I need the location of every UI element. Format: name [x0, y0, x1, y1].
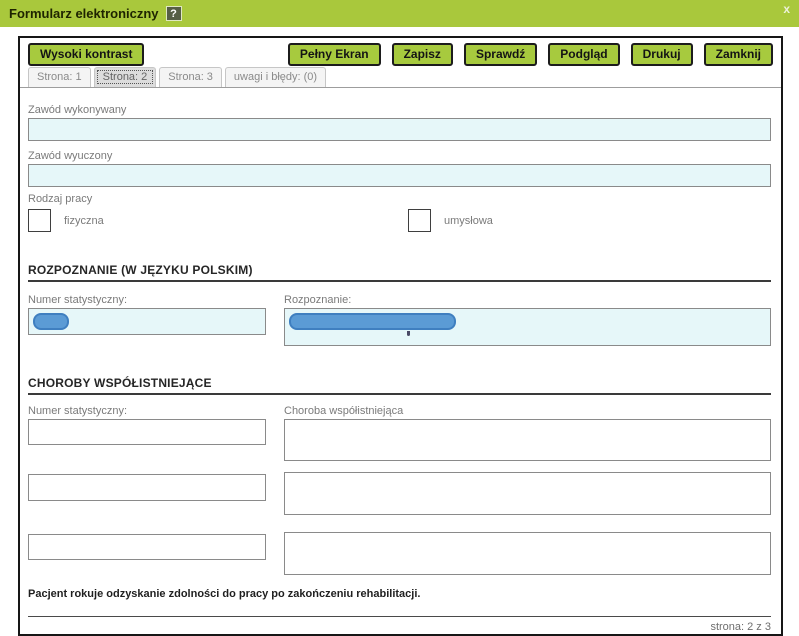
zawod-wykonywany-label: Zawód wykonywany: [28, 104, 771, 116]
redacted-value-blob: [33, 313, 69, 330]
rozpoznanie-labels-row: Numer statystyczny: Rozpoznanie:: [28, 294, 771, 306]
tab-strona-1[interactable]: Strona: 1: [28, 67, 91, 87]
zawod-wyuczony-input[interactable]: [28, 164, 771, 187]
choroby-row-2-numer-input[interactable]: [28, 474, 266, 501]
podglad-button[interactable]: Podgląd: [548, 43, 619, 66]
wysoki-kontrast-button[interactable]: Wysoki kontrast: [28, 43, 144, 66]
page-tabs: Strona: 1 Strona: 2 Strona: 3 uwagi i bł…: [20, 66, 781, 88]
umyslowa-checkbox[interactable]: [408, 209, 431, 232]
choroby-row-3-numer-input[interactable]: [28, 534, 266, 560]
rodzaj-pracy-label: Rodzaj pracy: [28, 193, 771, 205]
choroby-labels-row: Numer statystyczny: Choroba współistniej…: [28, 405, 771, 417]
rozpoznanie-label: Rozpoznanie:: [284, 294, 771, 306]
tab-uwagi-bledy[interactable]: uwagi i błędy: (0): [225, 67, 326, 87]
window-titlebar: Formularz elektroniczny ? x: [0, 0, 799, 27]
tab-strona-3[interactable]: Strona: 3: [159, 67, 222, 87]
rodzaj-pracy-options: fizyczna umysłowa: [28, 209, 771, 233]
help-icon[interactable]: ?: [166, 6, 182, 21]
choroba-wspolistniejaca-label: Choroba współistniejąca: [284, 405, 771, 417]
rozpoznanie-fields-row: [28, 308, 771, 346]
zapisz-button[interactable]: Zapisz: [392, 43, 453, 66]
sprawdz-button[interactable]: Sprawdź: [464, 43, 537, 66]
choroby-row-1-choroba-textarea[interactable]: [284, 419, 771, 461]
drukuj-button[interactable]: Drukuj: [631, 43, 693, 66]
redacted-value-blob: [289, 313, 456, 330]
choroby-row-2-choroba-textarea[interactable]: [284, 472, 771, 515]
tab-strona-2[interactable]: Strona: 2: [94, 67, 157, 87]
redacted-text-tail: [407, 331, 410, 336]
choroby-numer-label: Numer statystyczny:: [28, 405, 266, 417]
fizyczna-option: fizyczna: [28, 209, 104, 232]
footer-divider: [28, 616, 771, 617]
fizyczna-label: fizyczna: [64, 215, 104, 227]
zamknij-button[interactable]: Zamknij: [704, 43, 773, 66]
rozpoznanie-section-title: ROZPOZNANIE (W JĘZYKU POLSKIM): [28, 263, 771, 282]
form-content: Zawód wykonywany Zawód wyuczony Rodzaj p…: [20, 104, 781, 633]
toolbar: Wysoki kontrast Pełny Ekran Zapisz Spraw…: [20, 38, 781, 66]
rozpoznanie-numer-input[interactable]: [28, 308, 266, 335]
close-icon[interactable]: x: [783, 3, 790, 15]
zawod-wykonywany-input[interactable]: [28, 118, 771, 141]
umyslowa-option: umysłowa: [408, 209, 493, 232]
choroby-row-1-numer-input[interactable]: [28, 419, 266, 445]
toolbar-right-group: Pełny Ekran Zapisz Sprawdź Podgląd Druku…: [288, 43, 773, 66]
choroby-row-1: [28, 419, 771, 461]
zawod-wyuczony-label: Zawód wyuczony: [28, 150, 771, 162]
fizyczna-checkbox[interactable]: [28, 209, 51, 232]
pelny-ekran-button[interactable]: Pełny Ekran: [288, 43, 381, 66]
umyslowa-label: umysłowa: [444, 215, 493, 227]
choroby-row-2: [28, 472, 771, 515]
choroby-row-3-choroba-textarea[interactable]: [284, 532, 771, 575]
rozpoznanie-textarea[interactable]: [284, 308, 771, 346]
rozpoznanie-numer-label: Numer statystyczny:: [28, 294, 266, 306]
choroby-section-title: CHOROBY WSPÓŁISTNIEJĄCE: [28, 376, 771, 395]
choroby-row-3: [28, 532, 771, 575]
footer-note: Pacjent rokuje odzyskanie zdolności do p…: [28, 588, 771, 600]
page-indicator: strona: 2 z 3: [28, 621, 771, 633]
form-panel: Wysoki kontrast Pełny Ekran Zapisz Spraw…: [18, 36, 783, 636]
window-title: Formularz elektroniczny: [9, 6, 159, 21]
